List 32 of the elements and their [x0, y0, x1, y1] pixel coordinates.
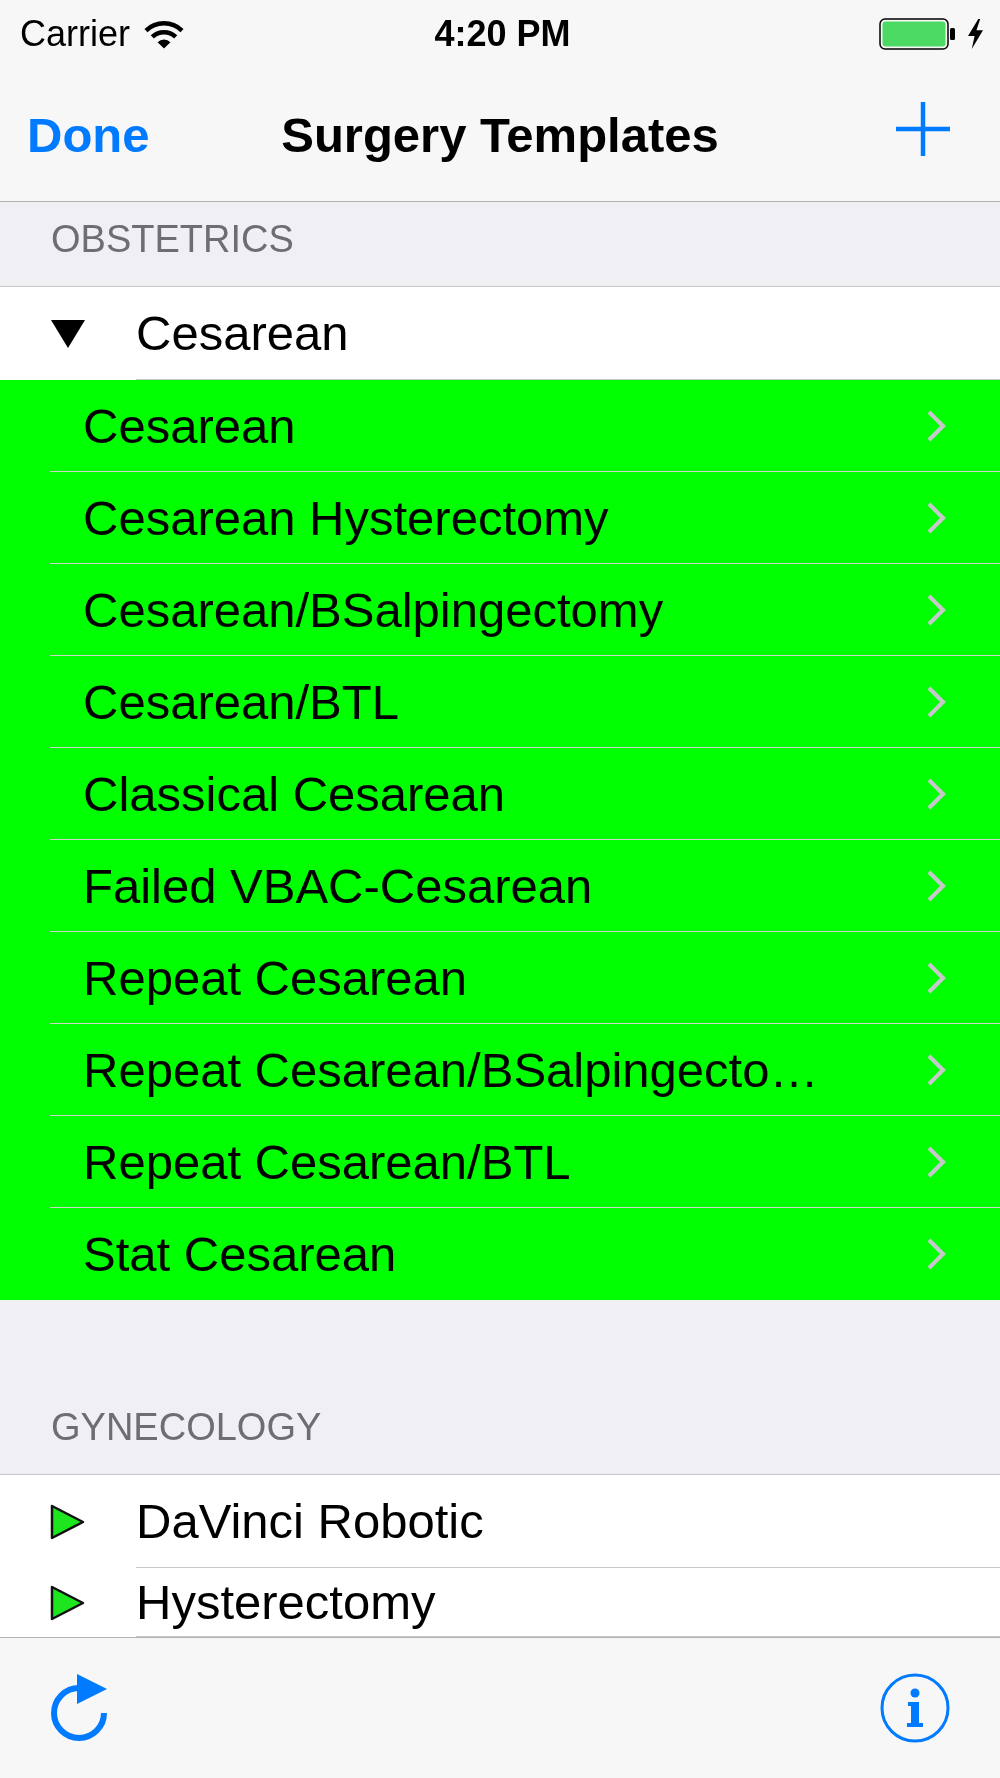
refresh-icon[interactable] — [50, 1674, 108, 1742]
template-row[interactable]: Cesarean/BTL — [50, 656, 1000, 748]
template-row[interactable]: Repeat Cesarean/BSalpingecto… — [50, 1024, 1000, 1116]
chevron-icon — [926, 408, 946, 443]
template-row[interactable]: Failed VBAC-Cesarean — [50, 840, 1000, 932]
group-row[interactable]: Cesarean — [0, 287, 1000, 380]
template-row[interactable]: Stat Cesarean — [50, 1208, 1000, 1300]
template-row[interactable]: Classical Cesarean — [50, 748, 1000, 840]
chevron-icon — [926, 684, 946, 719]
template-row[interactable]: Cesarean/BSalpingectomy — [50, 564, 1000, 656]
group-row[interactable]: Hysterectomy — [0, 1568, 1000, 1637]
done-button[interactable]: Done — [27, 106, 150, 163]
wifi-icon — [144, 19, 184, 49]
carrier-name: Carrier — [20, 13, 130, 55]
group-row[interactable]: DaVinci Robotic — [0, 1475, 1000, 1568]
template-row[interactable]: Cesarean Hysterectomy — [50, 472, 1000, 564]
chevron-icon — [926, 592, 946, 627]
chevron-icon — [926, 868, 946, 903]
template-row[interactable]: Repeat Cesarean — [50, 932, 1000, 1024]
chevron-icon — [926, 1237, 946, 1271]
info-icon[interactable] — [880, 1673, 950, 1743]
chevron-icon — [926, 500, 946, 535]
nav-title: Surgery Templates — [281, 106, 719, 163]
chevron-icon — [926, 776, 946, 811]
template-row[interactable]: Cesarean — [50, 380, 1000, 472]
battery-icon — [879, 18, 957, 50]
template-row[interactable]: Repeat Cesarean/BTL — [50, 1116, 1000, 1208]
chevron-icon — [926, 1144, 946, 1179]
chevron-icon — [926, 960, 946, 995]
plus-icon[interactable] — [896, 101, 950, 156]
chevron-icon — [926, 1052, 946, 1087]
status-time: 4:20 PM — [434, 13, 571, 55]
